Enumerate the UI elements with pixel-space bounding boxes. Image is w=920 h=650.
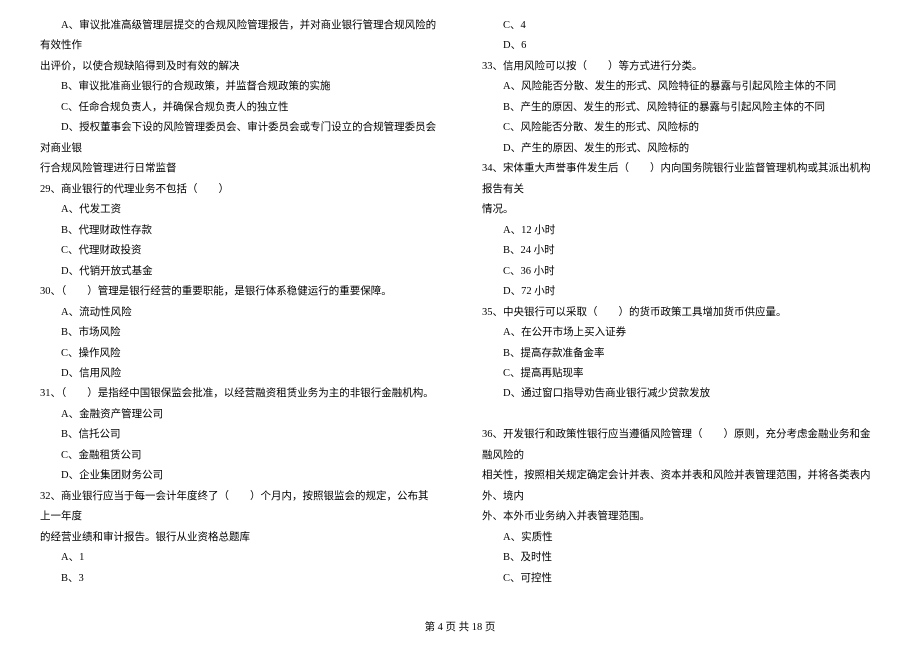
text-line: C、提高再贴现率	[482, 364, 880, 384]
text-line: B、24 小时	[482, 241, 880, 261]
text-line: B、3	[40, 569, 438, 589]
text-line: 行合规风险管理进行日常监督	[40, 159, 438, 179]
text-line: C、金融租赁公司	[40, 446, 438, 466]
text-line: A、实质性	[482, 528, 880, 548]
text-line: B、代理财政性存款	[40, 221, 438, 241]
text-line: D、6	[482, 36, 880, 56]
text-line: D、企业集团财务公司	[40, 466, 438, 486]
text-line: 35、中央银行可以采取（ ）的货币政策工具增加货币供应量。	[482, 303, 880, 323]
text-line: D、72 小时	[482, 282, 880, 302]
text-line: 外、本外币业务纳入并表管理范围。	[482, 507, 880, 527]
text-line: B、提高存款准备金率	[482, 344, 880, 364]
text-line: 31、（ ）是指经中国银保监会批准，以经营融资租赁业务为主的非银行金融机构。	[40, 384, 438, 404]
text-line: A、金融资产管理公司	[40, 405, 438, 425]
text-line: B、产生的原因、发生的形式、风险特征的暴露与引起风险主体的不同	[482, 98, 880, 118]
text-line: A、1	[40, 548, 438, 568]
text-line: C、任命合规负责人，并确保合规负责人的独立性	[40, 98, 438, 118]
text-line: C、4	[482, 16, 880, 36]
text-line: A、12 小时	[482, 221, 880, 241]
text-line: C、风险能否分散、发生的形式、风险标的	[482, 118, 880, 138]
text-line: A、在公开市场上买入证券	[482, 323, 880, 343]
text-line: C、代理财政投资	[40, 241, 438, 261]
text-line: A、代发工资	[40, 200, 438, 220]
text-line: D、信用风险	[40, 364, 438, 384]
text-line: A、审议批准高级管理层提交的合规风险管理报告，并对商业银行管理合规风险的有效性作	[40, 16, 438, 57]
text-line: D、产生的原因、发生的形式、风险标的	[482, 139, 880, 159]
exam-page: A、审议批准高级管理层提交的合规风险管理报告，并对商业银行管理合规风险的有效性作…	[0, 0, 920, 650]
text-line: C、36 小时	[482, 262, 880, 282]
text-line: D、代销开放式基金	[40, 262, 438, 282]
text-line: 相关性，按照相关规定确定会计并表、资本并表和风险并表管理范围，并将各类表内外、境…	[482, 466, 880, 507]
text-line: C、操作风险	[40, 344, 438, 364]
text-line: B、及时性	[482, 548, 880, 568]
page-number: 第 4 页 共 18 页	[425, 622, 496, 633]
text-line: 29、商业银行的代理业务不包括（ ）	[40, 180, 438, 200]
page-footer: 第 4 页 共 18 页	[0, 618, 920, 638]
text-line: 33、信用风险可以按（ ）等方式进行分类。	[482, 57, 880, 77]
text-line: A、风险能否分散、发生的形式、风险特征的暴露与引起风险主体的不同	[482, 77, 880, 97]
text-line	[482, 405, 880, 425]
text-line: C、可控性	[482, 569, 880, 589]
text-line: B、信托公司	[40, 425, 438, 445]
text-line: 30、（ ）管理是银行经营的重要职能，是银行体系稳健运行的重要保障。	[40, 282, 438, 302]
text-line: D、通过窗口指导劝告商业银行减少贷款发放	[482, 384, 880, 404]
text-line: 的经营业绩和审计报告。银行从业资格总题库	[40, 528, 438, 548]
text-line: B、审议批准商业银行的合规政策，并监督合规政策的实施	[40, 77, 438, 97]
text-line: 34、宋体重大声誉事件发生后（ ）内向国务院银行业监督管理机构或其派出机构报告有…	[482, 159, 880, 200]
text-line: 情况。	[482, 200, 880, 220]
text-line: 出评价，以使合规缺陷得到及时有效的解决	[40, 57, 438, 77]
two-column-layout: A、审议批准高级管理层提交的合规风险管理报告，并对商业银行管理合规风险的有效性作…	[40, 16, 880, 596]
text-line: D、授权董事会下设的风险管理委员会、审计委员会或专门设立的合规管理委员会对商业银	[40, 118, 438, 159]
text-line: 32、商业银行应当于每一会计年度终了（ ）个月内，按照银监会的规定，公布其上一年…	[40, 487, 438, 528]
text-line: A、流动性风险	[40, 303, 438, 323]
text-line: 36、开发银行和政策性银行应当遵循风险管理（ ）原则，充分考虑金融业务和金融风险…	[482, 425, 880, 466]
text-line: B、市场风险	[40, 323, 438, 343]
